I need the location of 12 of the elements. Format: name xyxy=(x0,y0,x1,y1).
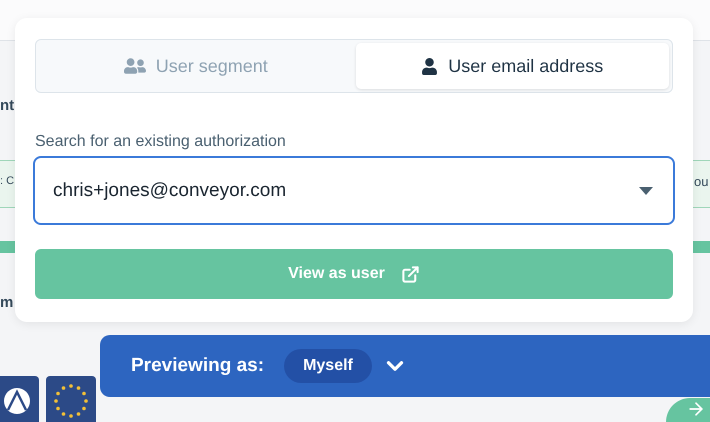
preview-label: Previewing as: xyxy=(131,355,264,377)
external-link-icon xyxy=(400,264,420,284)
caret-icon xyxy=(639,186,653,194)
user-icon xyxy=(421,58,438,74)
preview-user-pill[interactable]: Myself xyxy=(284,349,372,383)
banner-text: : C xyxy=(0,175,14,187)
heading-text: nt xyxy=(0,97,14,114)
tab[interactable]: User email address xyxy=(356,43,669,89)
search-select[interactable]: chris+jones@conveyor.com xyxy=(33,156,675,225)
banner-text: ou xyxy=(694,174,708,189)
section-text: m xyxy=(0,294,14,311)
field-label: Search for an existing authorization xyxy=(35,133,287,151)
